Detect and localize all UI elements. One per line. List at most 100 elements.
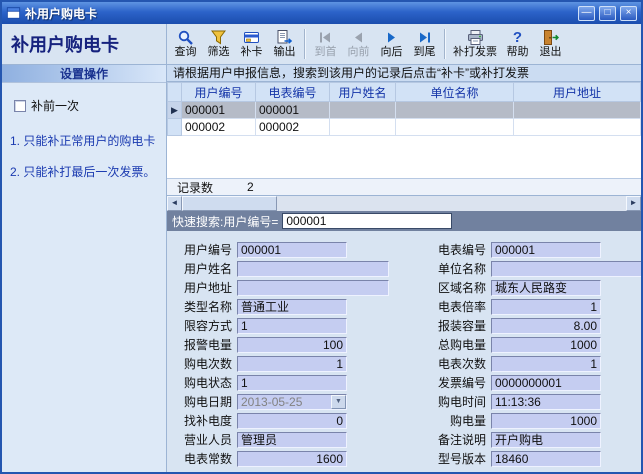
col-meter-number[interactable]: 电表编号 — [256, 83, 330, 102]
field-installed-capacity[interactable]: 8.00 — [491, 318, 601, 334]
filter-button[interactable]: 筛选 — [202, 25, 235, 63]
go-previous-button[interactable]: 向前 — [342, 25, 375, 63]
field-invoice-number-label: 发票编号 — [415, 374, 491, 391]
quick-search-bar: 快速搜索:用户编号= — [167, 211, 641, 231]
field-meter-ratio-label: 电表倍率 — [415, 298, 491, 315]
field-user-name[interactable] — [237, 261, 389, 277]
current-row-marker: ▶ — [168, 102, 182, 119]
field-capacity-limit-mode-label: 限容方式 — [177, 317, 237, 334]
field-model-version[interactable]: 18460 — [491, 451, 601, 467]
cell-unit-name[interactable] — [396, 102, 514, 119]
field-user-address[interactable] — [237, 280, 389, 296]
field-type-name[interactable]: 普通工业 — [237, 299, 347, 315]
cell-meter-number[interactable]: 000001 — [256, 102, 330, 119]
first-record-icon — [317, 29, 334, 46]
record-count-value: 2 — [247, 180, 254, 194]
minimize-button[interactable]: — — [578, 6, 595, 21]
cell-unit-name[interactable] — [396, 119, 514, 136]
field-total-energy[interactable]: 1000 — [491, 337, 601, 353]
field-remark[interactable]: 开户购电 — [491, 432, 601, 448]
maximize-button[interactable]: □ — [599, 6, 616, 21]
table-row[interactable]: ▶ 000001 000001 — [168, 102, 641, 119]
field-purchase-status-label: 购电状态 — [177, 374, 237, 391]
field-meter-count-label: 电表次数 — [415, 355, 491, 372]
field-alarm-energy[interactable]: 100 — [237, 337, 347, 353]
field-purchase-count[interactable]: 1 — [237, 356, 347, 372]
table-row[interactable]: 000002 000002 — [168, 119, 641, 136]
field-unit-name[interactable] — [491, 261, 643, 277]
col-user-address[interactable]: 用户地址 — [514, 83, 641, 102]
horizontal-scrollbar[interactable]: ◄ ► — [167, 196, 641, 211]
scrollbar-track[interactable] — [277, 196, 626, 211]
instruction-text: 请根据用户申报信息，搜索到该用户的记录后点击“补卡”或补打发票 — [167, 65, 641, 82]
field-invoice-number[interactable]: 0000000001 — [491, 375, 601, 391]
field-user-number-label: 用户编号 — [177, 241, 237, 258]
quick-search-input[interactable] — [282, 213, 452, 229]
reissue-previous-checkbox[interactable] — [14, 100, 26, 112]
col-user-number[interactable]: 用户编号 — [182, 83, 256, 102]
cell-user-number[interactable]: 000002 — [182, 119, 256, 136]
page-title: 补用户购电卡 — [2, 24, 167, 64]
sidebar-note-2: 2. 只能补打最后一次发票。 — [10, 164, 158, 181]
go-last-button-label: 到尾 — [414, 46, 436, 59]
search-icon — [177, 29, 194, 46]
field-user-number[interactable]: 000001 — [237, 242, 347, 258]
field-area-name[interactable]: 城东人民路变 — [491, 280, 601, 296]
reprint-invoice-button[interactable]: 补打发票 — [449, 25, 501, 63]
export-icon — [276, 29, 293, 46]
reissue-card-button[interactable]: 补卡 — [235, 25, 268, 63]
col-user-name[interactable]: 用户姓名 — [330, 83, 396, 102]
header: 补用户购电卡 查询 筛选 — [2, 24, 641, 65]
go-first-button-label: 到首 — [315, 46, 337, 59]
cell-user-name[interactable] — [330, 102, 396, 119]
window-icon — [6, 6, 21, 20]
field-alarm-energy-label: 报警电量 — [177, 336, 237, 353]
field-user-name-label: 用户姓名 — [177, 260, 237, 277]
field-meter-ratio[interactable]: 1 — [491, 299, 601, 315]
field-operator[interactable]: 管理员 — [237, 432, 347, 448]
exit-button-label: 退出 — [540, 46, 562, 59]
field-adjustment-energy[interactable]: 0 — [237, 413, 347, 429]
export-button[interactable]: 输出 — [268, 25, 301, 63]
exit-button[interactable]: 退出 — [534, 25, 567, 63]
cell-meter-number[interactable]: 000002 — [256, 119, 330, 136]
help-button[interactable]: ? 帮助 — [501, 25, 534, 63]
field-meter-constant[interactable]: 1600 — [237, 451, 347, 467]
scroll-right-button[interactable]: ► — [626, 196, 641, 211]
field-meter-number[interactable]: 000001 — [491, 242, 601, 258]
sidebar: 设置操作 补前一次 1. 只能补正常用户的购电卡 2. 只能补打最后一次发票。 — [2, 65, 167, 472]
query-button[interactable]: 查询 — [169, 25, 202, 63]
field-purchase-energy-label: 购电量 — [415, 412, 491, 429]
record-count-row: 记录数 2 — [167, 178, 641, 195]
col-unit-name[interactable]: 单位名称 — [396, 83, 514, 102]
close-button[interactable]: × — [620, 6, 637, 21]
go-first-button[interactable]: 到首 — [309, 25, 342, 63]
field-installed-capacity-label: 报装容量 — [415, 317, 491, 334]
purchase-date-value: 2013-05-25 — [241, 395, 302, 409]
titlebar[interactable]: 补用户购电卡 — □ × — [2, 2, 641, 24]
field-meter-count[interactable]: 1 — [491, 356, 601, 372]
cell-user-number[interactable]: 000001 — [182, 102, 256, 119]
reissue-previous-checkbox-row[interactable]: 补前一次 — [14, 97, 166, 114]
cell-user-address[interactable] — [514, 102, 641, 119]
field-purchase-time[interactable]: 11:13:36 — [491, 394, 601, 410]
filter-button-label: 筛选 — [208, 46, 230, 59]
user-table: 用户编号 电表编号 用户姓名 单位名称 用户地址 ▶ 000001 000001 — [167, 82, 641, 196]
field-capacity-limit-mode[interactable]: 1 — [237, 318, 347, 334]
field-total-energy-label: 总购电量 — [415, 336, 491, 353]
scrollbar-thumb[interactable] — [182, 196, 277, 211]
field-purchase-status[interactable]: 1 — [237, 375, 347, 391]
scroll-left-button[interactable]: ◄ — [167, 196, 182, 211]
dropdown-arrow-icon[interactable]: ▼ — [331, 395, 346, 409]
go-previous-button-label: 向前 — [348, 46, 370, 59]
filter-icon — [210, 29, 227, 46]
field-purchase-date[interactable]: 2013-05-25 ▼ — [237, 394, 347, 410]
field-purchase-energy[interactable]: 1000 — [491, 413, 601, 429]
field-purchase-count-label: 购电次数 — [177, 355, 237, 372]
cell-user-name[interactable] — [330, 119, 396, 136]
go-last-button[interactable]: 到尾 — [408, 25, 441, 63]
previous-record-icon — [350, 29, 367, 46]
record-count-label: 记录数 — [167, 179, 213, 196]
cell-user-address[interactable] — [514, 119, 641, 136]
go-next-button[interactable]: 向后 — [375, 25, 408, 63]
